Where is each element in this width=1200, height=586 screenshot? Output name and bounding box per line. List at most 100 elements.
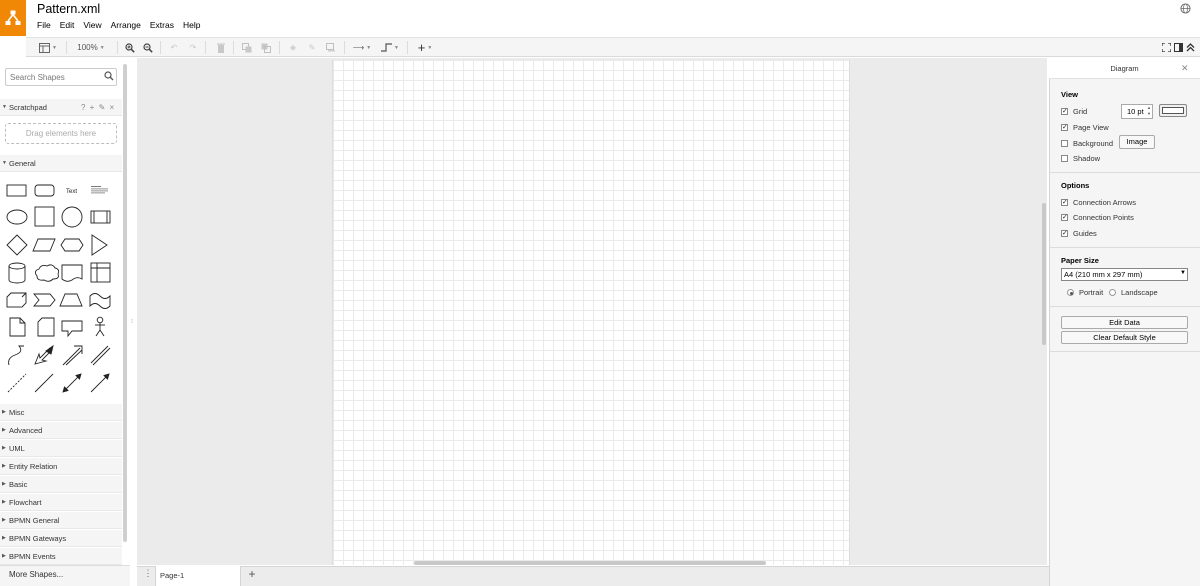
shape-dashed-line[interactable]	[7, 373, 27, 393]
shape-document[interactable]	[61, 264, 83, 282]
shape-parallelogram[interactable]	[32, 238, 56, 252]
to-front-button[interactable]	[240, 38, 254, 57]
zoom-in-button[interactable]	[123, 38, 137, 57]
sidebar-category-bpmn-events[interactable]: ▶ BPMN Events	[0, 548, 122, 565]
page-view-checkbox[interactable]: ✓ Page View	[1061, 123, 1109, 132]
format-panel-toggle-button[interactable]	[1172, 38, 1184, 57]
category-label: Flowchart	[9, 498, 42, 507]
shape-step[interactable]	[33, 293, 56, 307]
shape-square[interactable]	[34, 206, 55, 227]
landscape-radio[interactable]: Landscape	[1109, 288, 1158, 297]
general-section-header[interactable]: ▼ General	[0, 155, 122, 172]
shape-cylinder[interactable]	[8, 262, 26, 284]
shape-cube[interactable]	[6, 292, 27, 308]
sidebar-category-uml[interactable]: ▶ UML	[0, 440, 122, 457]
shadow-button[interactable]	[324, 38, 338, 57]
shape-curve[interactable]	[8, 345, 24, 366]
expand-triangle-icon: ▶	[2, 481, 6, 487]
redo-button[interactable]: ↷	[186, 38, 200, 57]
menu-view[interactable]: View	[83, 20, 101, 30]
sidebar-category-basic[interactable]: ▶ Basic	[0, 476, 122, 493]
document-title[interactable]: Pattern.xml	[37, 2, 100, 16]
menu-arrange[interactable]: Arrange	[111, 20, 141, 30]
grid-size-spinner[interactable]: ▲ ▼	[1147, 105, 1151, 117]
menu-extras[interactable]: Extras	[150, 20, 174, 30]
background-checkbox[interactable]: Background	[1061, 139, 1113, 148]
shape-rectangle[interactable]	[6, 184, 27, 197]
shape-tape[interactable]	[89, 293, 111, 309]
menu-edit[interactable]: Edit	[60, 20, 75, 30]
shape-bidirectional-connector[interactable]	[62, 373, 82, 393]
more-shapes-button[interactable]: More Shapes...	[0, 565, 130, 586]
shape-textbox[interactable]	[91, 186, 108, 194]
shape-diamond[interactable]	[6, 234, 28, 256]
shape-callout[interactable]	[61, 320, 83, 338]
page-tab[interactable]: Page-1	[155, 566, 241, 586]
pages-menu-icon[interactable]: ⋮	[141, 568, 155, 584]
close-icon[interactable]: ✕	[1181, 63, 1189, 74]
plus-icon: +	[417, 40, 426, 55]
shape-process[interactable]	[90, 210, 111, 224]
connection-points-checkbox[interactable]: ✓ Connection Points	[1061, 213, 1134, 222]
undo-button[interactable]: ↶	[167, 38, 181, 57]
connection-arrows-checkbox[interactable]: ✓ Connection Arrows	[1061, 198, 1136, 207]
sidebar-scrollbar[interactable]	[123, 64, 127, 542]
canvas-horizontal-scrollbar[interactable]	[414, 561, 766, 565]
zoom-select[interactable]: 100% ▼	[70, 38, 112, 57]
shape-text[interactable]: Text	[66, 189, 77, 195]
shape-bidirectional-arrow[interactable]	[34, 344, 54, 365]
shape-internal-storage[interactable]	[90, 262, 111, 283]
shape-actor[interactable]	[95, 316, 105, 337]
shape-card[interactable]	[37, 317, 55, 337]
line-color-button[interactable]: ✎	[305, 38, 319, 57]
fill-color-button[interactable]: ◈	[286, 38, 300, 57]
scratchpad-drop-zone[interactable]: Drag elements here	[5, 123, 117, 144]
shape-directional-connector[interactable]	[90, 373, 110, 393]
shape-cloud[interactable]	[34, 264, 60, 282]
sidebar-resize-handle[interactable]: ⁝	[131, 318, 133, 325]
canvas-vertical-scrollbar[interactable]	[1042, 203, 1046, 345]
connection-style-button[interactable]: ⟶ ▼	[350, 38, 374, 57]
shape-triangle[interactable]	[91, 234, 108, 256]
search-shapes-input[interactable]: Search Shapes	[5, 68, 117, 86]
zoom-out-button[interactable]	[141, 38, 155, 57]
shape-link[interactable]	[90, 345, 111, 366]
sidebar-category-misc[interactable]: ▶ Misc	[0, 404, 122, 421]
delete-button[interactable]	[214, 38, 228, 57]
sidebar-category-bpmn-gateways[interactable]: ▶ BPMN Gateways	[0, 530, 122, 547]
guides-checkbox[interactable]: ✓ Guides	[1061, 229, 1097, 238]
language-globe-icon[interactable]	[1180, 3, 1191, 14]
menu-file[interactable]: File	[37, 20, 51, 30]
clear-default-style-button[interactable]: Clear Default Style	[1061, 331, 1188, 344]
sidebar-category-bpmn-general[interactable]: ▶ BPMN General	[0, 512, 122, 529]
shape-hexagon[interactable]	[60, 238, 84, 252]
to-back-button[interactable]	[259, 38, 273, 57]
shape-ellipse[interactable]	[6, 209, 28, 225]
insert-button[interactable]: + ▼	[414, 38, 436, 57]
shape-rounded-rectangle[interactable]	[34, 184, 55, 197]
waypoints-button[interactable]: ▼	[378, 38, 402, 57]
fullscreen-button[interactable]	[1160, 38, 1172, 57]
shape-line[interactable]	[34, 373, 54, 393]
shadow-checkbox[interactable]: Shadow	[1061, 154, 1100, 163]
edit-data-button[interactable]: Edit Data	[1061, 316, 1188, 329]
menu-help[interactable]: Help	[183, 20, 200, 30]
add-page-button[interactable]: +	[245, 567, 259, 584]
portrait-radio[interactable]: Portrait	[1067, 288, 1103, 297]
sidebar-category-entity-relation[interactable]: ▶ Entity Relation	[0, 458, 122, 475]
search-icon[interactable]	[104, 71, 114, 81]
sidebar-category-flowchart[interactable]: ▶ Flowchart	[0, 494, 122, 511]
shape-circle[interactable]	[61, 206, 83, 228]
sidebar-category-advanced[interactable]: ▶ Advanced	[0, 422, 122, 439]
paper-size-select[interactable]: A4 (210 mm x 297 mm)	[1061, 268, 1188, 281]
grid-color-button[interactable]	[1159, 104, 1187, 117]
scratchpad-actions[interactable]: ? + ✎ ×	[81, 103, 115, 112]
shape-note[interactable]	[9, 317, 26, 337]
view-panels-button[interactable]: ▼	[36, 38, 60, 57]
collapse-header-button[interactable]	[1184, 38, 1196, 57]
shape-trapezoid[interactable]	[59, 293, 83, 307]
grid-checkbox[interactable]: ✓ Grid	[1061, 107, 1087, 116]
shape-arrow[interactable]	[62, 345, 83, 366]
diagram-page-grid[interactable]	[332, 60, 850, 565]
background-image-button[interactable]: Image	[1119, 135, 1155, 149]
